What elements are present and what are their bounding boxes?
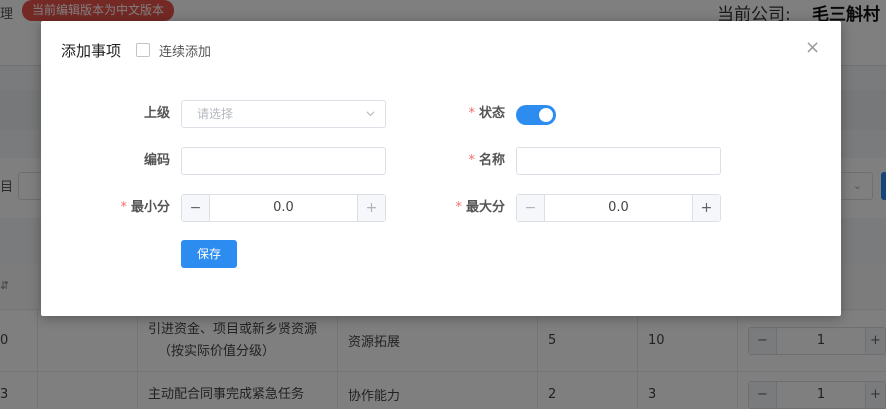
code-label: 编码: [70, 147, 170, 175]
min-score-label-text: 最小分: [130, 200, 170, 215]
required-mark: *: [455, 200, 462, 215]
code-label-text: 编码: [143, 153, 170, 168]
close-icon[interactable]: ×: [805, 38, 820, 58]
max-score-value[interactable]: 0.0: [545, 195, 692, 221]
parent-label: 上级: [70, 100, 170, 128]
dialog-title: 添加事项: [61, 42, 122, 60]
increment-button[interactable]: +: [357, 195, 385, 221]
status-label-text: 状态: [478, 106, 505, 121]
max-score-label: * 最大分: [405, 194, 505, 222]
required-mark: *: [468, 153, 475, 168]
status-label: * 状态: [405, 100, 505, 128]
save-button[interactable]: 保存: [181, 240, 237, 268]
continuous-add-label[interactable]: 连续添加: [159, 41, 211, 60]
parent-select-placeholder: 请选择: [197, 107, 234, 121]
continuous-add-checkbox[interactable]: [136, 43, 150, 57]
chevron-down-icon: [366, 111, 375, 117]
code-input[interactable]: [181, 147, 386, 175]
increment-button[interactable]: +: [692, 195, 720, 221]
decrement-button[interactable]: −: [182, 195, 210, 221]
add-item-dialog: 添加事项 连续添加 × 上级 请选择 * 状态 编码 * 名称 * 最小分 − 0.0…: [41, 21, 841, 316]
required-mark: *: [120, 200, 127, 215]
decrement-button[interactable]: −: [517, 195, 545, 221]
status-toggle[interactable]: [516, 105, 556, 125]
name-label: * 名称: [405, 147, 505, 175]
parent-label-text: 上级: [143, 106, 170, 121]
max-score-stepper: − 0.0 +: [516, 194, 721, 222]
max-score-label-text: 最大分: [465, 200, 505, 215]
min-score-value[interactable]: 0.0: [210, 195, 357, 221]
min-score-stepper: − 0.0 +: [181, 194, 386, 222]
min-score-label: * 最小分: [70, 194, 170, 222]
name-input[interactable]: [516, 147, 721, 175]
parent-select[interactable]: 请选择: [181, 100, 386, 128]
toggle-knob: [539, 108, 553, 122]
required-mark: *: [468, 106, 475, 121]
name-label-text: 名称: [478, 153, 505, 168]
